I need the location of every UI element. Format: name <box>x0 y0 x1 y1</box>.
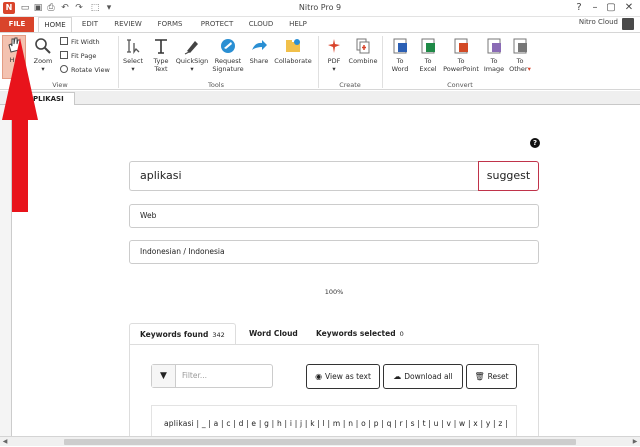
type-text-icon <box>155 39 167 54</box>
rotate-view-button[interactable]: Rotate View <box>60 65 110 75</box>
separator <box>318 36 319 88</box>
tab-review[interactable]: REVIEW <box>110 17 146 32</box>
combine-icon <box>356 38 370 54</box>
cloud-user-name[interactable]: Nitro Cloud <box>579 18 618 26</box>
group-create-label: Create <box>339 81 361 89</box>
word-icon <box>393 38 407 54</box>
fit-page-button[interactable]: Fit Page <box>60 51 96 61</box>
keyword-search-input[interactable]: aplikasi <box>129 161 479 191</box>
window-title: Nitro Pro 9 <box>298 3 342 12</box>
suggest-button[interactable]: suggest <box>478 161 539 191</box>
horizontal-scrollbar[interactable]: ◀ ▶ <box>0 436 640 446</box>
group-view-label: View <box>52 81 68 89</box>
other-format-icon <box>513 38 527 54</box>
quicksign-button[interactable]: QuickSign ▾ <box>174 37 210 73</box>
tab-forms[interactable]: FORMS <box>152 17 188 32</box>
request-signature-icon <box>221 39 235 53</box>
language-select[interactable]: Indonesian / Indonesia <box>129 240 539 264</box>
ribbon-home: Ha Zoom ▾ Fit Width Fit Page Rotate View … <box>0 32 640 90</box>
powerpoint-icon <box>454 38 468 54</box>
quicksign-dropdown-icon: ▾ <box>190 65 194 73</box>
tab-cloud[interactable]: CLOUD <box>244 17 278 32</box>
keywords-selected-count: 0 <box>399 330 404 338</box>
request-signature-button[interactable]: Request Signature <box>210 37 246 73</box>
ribbon-tabs: FILE HOME EDIT REVIEW FORMS PROTECT CLOU… <box>0 17 640 32</box>
keywords-found-count: 342 <box>212 331 225 339</box>
fit-width-icon <box>60 37 68 45</box>
user-avatar[interactable] <box>622 18 634 30</box>
separator <box>382 36 383 88</box>
combine-button[interactable]: Combine <box>348 37 378 65</box>
tab-file[interactable]: FILE <box>0 17 34 32</box>
help-icon[interactable]: ? <box>530 138 540 148</box>
red-arrow-annotation <box>2 38 38 212</box>
select-dropdown-icon: ▾ <box>131 65 135 73</box>
maximize-button[interactable]: ▢ <box>604 1 618 15</box>
title-bar: N ▭ ▣ ⎙ ↶ ↷ ⬚ ▾ Nitro Pro 9 ? – ▢ ✕ <box>0 0 640 17</box>
filter-input[interactable]: Filter... <box>182 365 207 387</box>
download-all-button[interactable]: ☁ Download all <box>383 364 463 389</box>
group-convert-label: Convert <box>447 81 473 89</box>
tab-edit[interactable]: EDIT <box>76 17 104 32</box>
minimize-button[interactable]: – <box>588 1 602 15</box>
reset-button[interactable]: 🗑 Reset <box>466 364 517 389</box>
help-title-icon[interactable]: ? <box>572 1 586 15</box>
zoom-dropdown-icon: ▾ <box>41 65 45 73</box>
view-as-text-button[interactable]: ◉ View as text <box>306 364 380 389</box>
to-excel-button[interactable]: To Excel <box>414 37 442 73</box>
progress-percent: 100% <box>324 288 344 296</box>
close-button[interactable]: ✕ <box>622 1 636 15</box>
pen-icon <box>184 41 198 55</box>
pdf-button[interactable]: PDF ▾ <box>322 37 346 73</box>
share-icon <box>252 40 267 50</box>
new-pdf-icon <box>328 39 340 53</box>
cloud-download-icon: ☁ <box>393 372 402 381</box>
other-dropdown-icon: ▾ <box>527 65 531 73</box>
to-image-button[interactable]: To Image <box>480 37 508 73</box>
tab-protect[interactable]: PROTECT <box>196 17 238 32</box>
to-powerpoint-button[interactable]: To PowerPoint <box>440 37 482 73</box>
folder-icon <box>286 39 300 52</box>
select-icon <box>127 39 140 55</box>
trash-icon: 🗑 <box>474 372 485 381</box>
fit-width-button[interactable]: Fit Width <box>60 37 100 47</box>
filter-box: ▼ Filter... <box>151 364 273 388</box>
collaborate-button[interactable]: Collaborate <box>272 37 314 65</box>
tab-help[interactable]: HELP <box>284 17 312 32</box>
document-view[interactable]: ? aplikasi suggest Web Indonesian / Indo… <box>12 105 640 436</box>
share-button[interactable]: Share <box>246 37 272 65</box>
to-other-button[interactable]: To Other▾ <box>506 37 534 73</box>
rotate-icon <box>60 65 68 73</box>
eye-icon: ◉ <box>315 372 323 381</box>
nitro-window: N ▭ ▣ ⎙ ↶ ↷ ⬚ ▾ Nitro Pro 9 ? – ▢ ✕ FILE… <box>0 0 640 446</box>
to-word-button[interactable]: To Word <box>386 37 414 73</box>
tab-home[interactable]: HOME <box>38 17 72 32</box>
scroll-thumb[interactable] <box>64 439 576 445</box>
type-text-button[interactable]: Type Text <box>148 37 174 73</box>
excel-icon <box>421 38 435 54</box>
select-button[interactable]: Select ▾ <box>120 37 146 73</box>
tab-keywords-found[interactable]: Keywords found 342 <box>129 323 236 345</box>
group-tools-label: Tools <box>207 81 224 89</box>
fit-page-icon <box>60 51 68 59</box>
tab-keywords-selected[interactable]: Keywords selected 0 <box>316 323 404 345</box>
source-select[interactable]: Web <box>129 204 539 228</box>
filter-icon[interactable]: ▼ <box>152 365 176 387</box>
keyword-tabs: Keywords found 342 Word Cloud Keywords se… <box>129 323 539 345</box>
separator <box>118 36 119 88</box>
pdf-dropdown-icon: ▾ <box>332 65 336 73</box>
document-tab-strip: PLIKASI <box>0 91 640 105</box>
tab-word-cloud[interactable]: Word Cloud <box>249 323 298 345</box>
image-icon <box>487 38 501 54</box>
alphabet-index[interactable]: aplikasi | _ | a | c | d | e | g | h | i… <box>164 419 508 428</box>
